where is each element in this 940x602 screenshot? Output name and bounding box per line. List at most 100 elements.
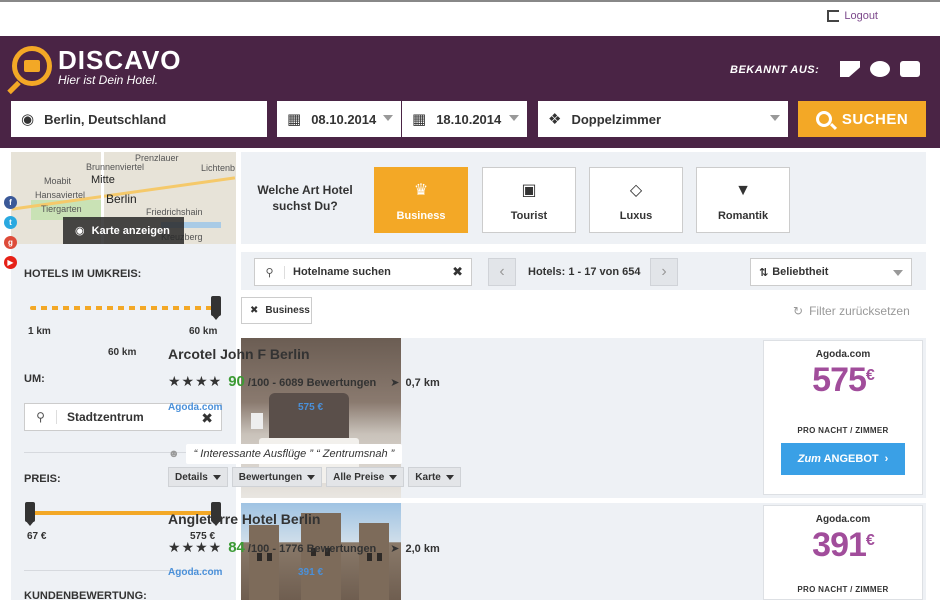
map-label: Mitte	[91, 174, 115, 186]
provider-price[interactable]: 575 €	[298, 402, 323, 413]
hotel-tag: “ Interessante Ausflüge ” “ Zentrumsnah …	[185, 444, 403, 464]
hotel-score: 90	[228, 373, 245, 390]
known-from-label: BEKANNT AUS:	[730, 64, 820, 76]
people-icon: ❖	[548, 111, 562, 128]
provider-price[interactable]: 391 €	[298, 567, 323, 578]
prev-page-button[interactable]: ‹	[488, 258, 516, 286]
room-type-select[interactable]: ❖ Doppelzimmer	[538, 101, 788, 137]
logout-link[interactable]: Logout	[827, 10, 878, 22]
reset-filters-link[interactable]: ↻ Filter zurücksetzen	[793, 304, 910, 318]
facebook-icon[interactable]: f	[4, 196, 17, 209]
radius-min-label: 1 km	[28, 326, 51, 337]
show-map-button[interactable]: ◉ Karte anzeigen	[63, 217, 184, 244]
category-luxus[interactable]: ◇ Luxus	[589, 167, 683, 233]
category-romantik[interactable]: ▼ Romantik	[696, 167, 790, 233]
tab-all-prices[interactable]: Alle Preise	[326, 467, 405, 487]
destination-field[interactable]: ◉ Berlin, Deutschland	[11, 101, 267, 137]
category-question: Welche Art Hotel suchst Du?	[257, 183, 353, 213]
camera-icon: ▣	[521, 182, 537, 199]
tab-reviews[interactable]: Bewertungen	[231, 467, 323, 487]
show-map-label: Karte anzeigen	[91, 224, 170, 237]
social-share-bar: f t g ▶	[0, 196, 20, 276]
media-logos	[840, 61, 920, 77]
sort-value: Beliebtheit	[772, 266, 829, 278]
checkin-field[interactable]: ▦ 08.10.2014	[277, 101, 401, 137]
hotel-distance: 0,7 km	[405, 377, 440, 389]
active-filter-chip[interactable]: ✖ Business	[241, 297, 312, 324]
wine-glass-icon: ▼	[735, 182, 751, 199]
tab-map[interactable]: Karte	[408, 467, 461, 487]
hotel-score-details: /100 - 6089 Bewertungen	[247, 377, 377, 389]
logout-label: Logout	[844, 10, 878, 22]
radius-slider-track[interactable]	[30, 306, 216, 310]
offer-button[interactable]: Zum ANGEBOT ›	[781, 443, 905, 475]
user-icon: ☻	[168, 448, 180, 460]
destination-value: Berlin, Deutschland	[44, 111, 167, 127]
category-business[interactable]: ♛ Business	[374, 167, 468, 233]
search-button-label: SUCHEN	[841, 110, 909, 128]
remove-filter-icon[interactable]: ✖	[250, 305, 258, 316]
radius-value: 60 km	[108, 347, 137, 358]
search-button[interactable]: SUCHEN	[798, 101, 926, 137]
brand-tagline: Hier ist Dein Hotel.	[58, 73, 159, 87]
distance-icon: ➤	[390, 377, 400, 389]
calendar-icon: ▦	[412, 111, 427, 128]
search-icon	[815, 111, 832, 127]
logo[interactable]: DISCAVO Hier ist Dein Hotel.	[7, 46, 182, 95]
provider-link[interactable]: Agoda.com	[168, 402, 222, 413]
price-slider-min-handle[interactable]	[25, 502, 35, 526]
distance-icon: ➤	[390, 543, 400, 555]
price-note: PRO NACHT / ZIMMER	[797, 426, 889, 435]
clear-icon[interactable]: ✖	[452, 264, 463, 280]
hotel-name-search[interactable]: ⚲ Hotelname suchen ✖	[254, 258, 472, 286]
map-label-city: Berlin	[106, 192, 137, 206]
chevron-down-icon	[383, 115, 393, 121]
price-provider: Agoda.com	[815, 514, 871, 525]
chevron-right-icon: ›	[884, 453, 889, 465]
refresh-icon: ↻	[793, 304, 804, 318]
price-box: Agoda.com 391€ PRO NACHT / ZIMMER	[763, 505, 923, 600]
chevron-down-icon	[893, 270, 903, 276]
tab-details[interactable]: Details	[168, 467, 228, 487]
hotel-score-details: /100 - 1776 Bewertungen	[247, 543, 377, 555]
map-label: Moabit	[44, 176, 72, 186]
magnifier-suitcase-icon	[7, 46, 52, 95]
hotel-name[interactable]: Angleterre Hotel Berlin	[168, 511, 320, 527]
google-plus-icon[interactable]: g	[4, 236, 17, 249]
top-border	[0, 0, 940, 2]
checkout-value: 18.10.2014	[436, 111, 502, 127]
reset-filters-label: Filter zurücksetzen	[809, 304, 910, 318]
business-icon: ♛	[413, 182, 429, 199]
chevron-left-icon: ‹	[499, 263, 505, 280]
location-pin-icon: ◉	[21, 111, 35, 128]
price-note: PRO NACHT / ZIMMER	[797, 585, 889, 594]
youtube-icon[interactable]: ▶	[4, 256, 17, 269]
price-box: Agoda.com 575€ PRO NACHT / ZIMMER Zum AN…	[763, 340, 923, 495]
next-page-button[interactable]: ›	[650, 258, 678, 286]
diamond-icon: ◇	[629, 182, 643, 199]
radius-slider-handle[interactable]	[211, 296, 221, 320]
hotel-name[interactable]: Arcotel John F Berlin	[168, 346, 310, 362]
price-min-label: 67 €	[27, 531, 47, 542]
hotel-distance: 2,0 km	[405, 543, 440, 555]
category-label: Business	[396, 210, 446, 222]
radius-max-label: 60 km	[189, 326, 218, 337]
media-logo-1-icon	[840, 61, 860, 77]
active-filter-label: Business	[265, 305, 310, 316]
chevron-right-icon: ›	[661, 263, 667, 280]
twitter-icon[interactable]: t	[4, 216, 17, 229]
results-count: Hotels: 1 - 17 von 654	[528, 266, 641, 278]
hotel-rating: ★★★★ 84 /100 - 1776 Bewertungen ➤ 2,0 km	[168, 539, 440, 556]
category-tourist[interactable]: ▣ Tourist	[482, 167, 576, 233]
sort-select[interactable]: ⇅ Beliebtheit	[750, 258, 912, 286]
media-logo-2-icon	[870, 61, 890, 77]
review-title: KUNDENBEWERTUNG:	[24, 590, 147, 602]
media-logo-3-icon	[900, 61, 920, 77]
hotel-name-placeholder: Hotelname suchen	[293, 266, 391, 278]
location-pin-icon: ◉	[75, 225, 85, 237]
checkout-field[interactable]: ▦ 18.10.2014	[402, 101, 527, 137]
star-rating-icon: ★★★★	[168, 539, 223, 555]
category-label: Romantik	[717, 210, 769, 222]
provider-link[interactable]: Agoda.com	[168, 567, 222, 578]
price-value: 391€	[812, 526, 875, 564]
